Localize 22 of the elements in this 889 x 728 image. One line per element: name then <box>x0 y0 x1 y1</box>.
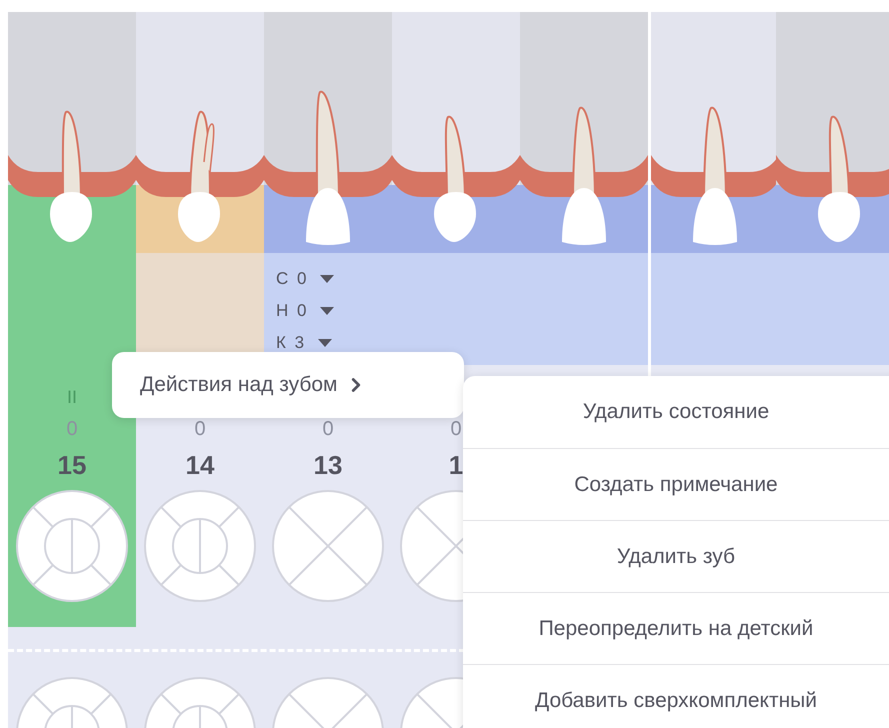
status-select[interactable]: Н 0 <box>276 297 334 325</box>
caret-icon <box>320 307 334 315</box>
caret-icon <box>320 275 334 283</box>
tooth-count: 0 <box>194 417 206 442</box>
tooth-actions-menu-item[interactable]: Действия над зубом <box>112 352 464 418</box>
caret-icon <box>318 339 332 347</box>
tooth-count: 0 <box>450 417 462 442</box>
tooth-surface-diagram[interactable] <box>271 489 385 603</box>
tooth-number: 14 <box>186 449 214 482</box>
tooth-number: 15 <box>58 449 86 482</box>
tooth-surface-diagram[interactable] <box>15 489 129 603</box>
tooth-number: 13 <box>314 449 342 482</box>
tooth-surface-diagram[interactable] <box>143 489 257 603</box>
tooth-count: 0 <box>66 417 78 442</box>
context-menu-item[interactable]: Переопределить на детский <box>463 592 889 664</box>
tooth-number: 1 <box>448 449 464 482</box>
context-menu-item[interactable]: Удалить состояние <box>463 376 889 448</box>
tooth-count: 0 <box>322 417 334 442</box>
context-menu-item[interactable]: Создать примечание <box>463 448 889 520</box>
context-menu-item[interactable]: Добавить сверхкомплектный <box>463 664 889 728</box>
status-select[interactable]: С 0 <box>276 265 334 293</box>
context-menu-item[interactable]: Удалить зуб <box>463 520 889 592</box>
